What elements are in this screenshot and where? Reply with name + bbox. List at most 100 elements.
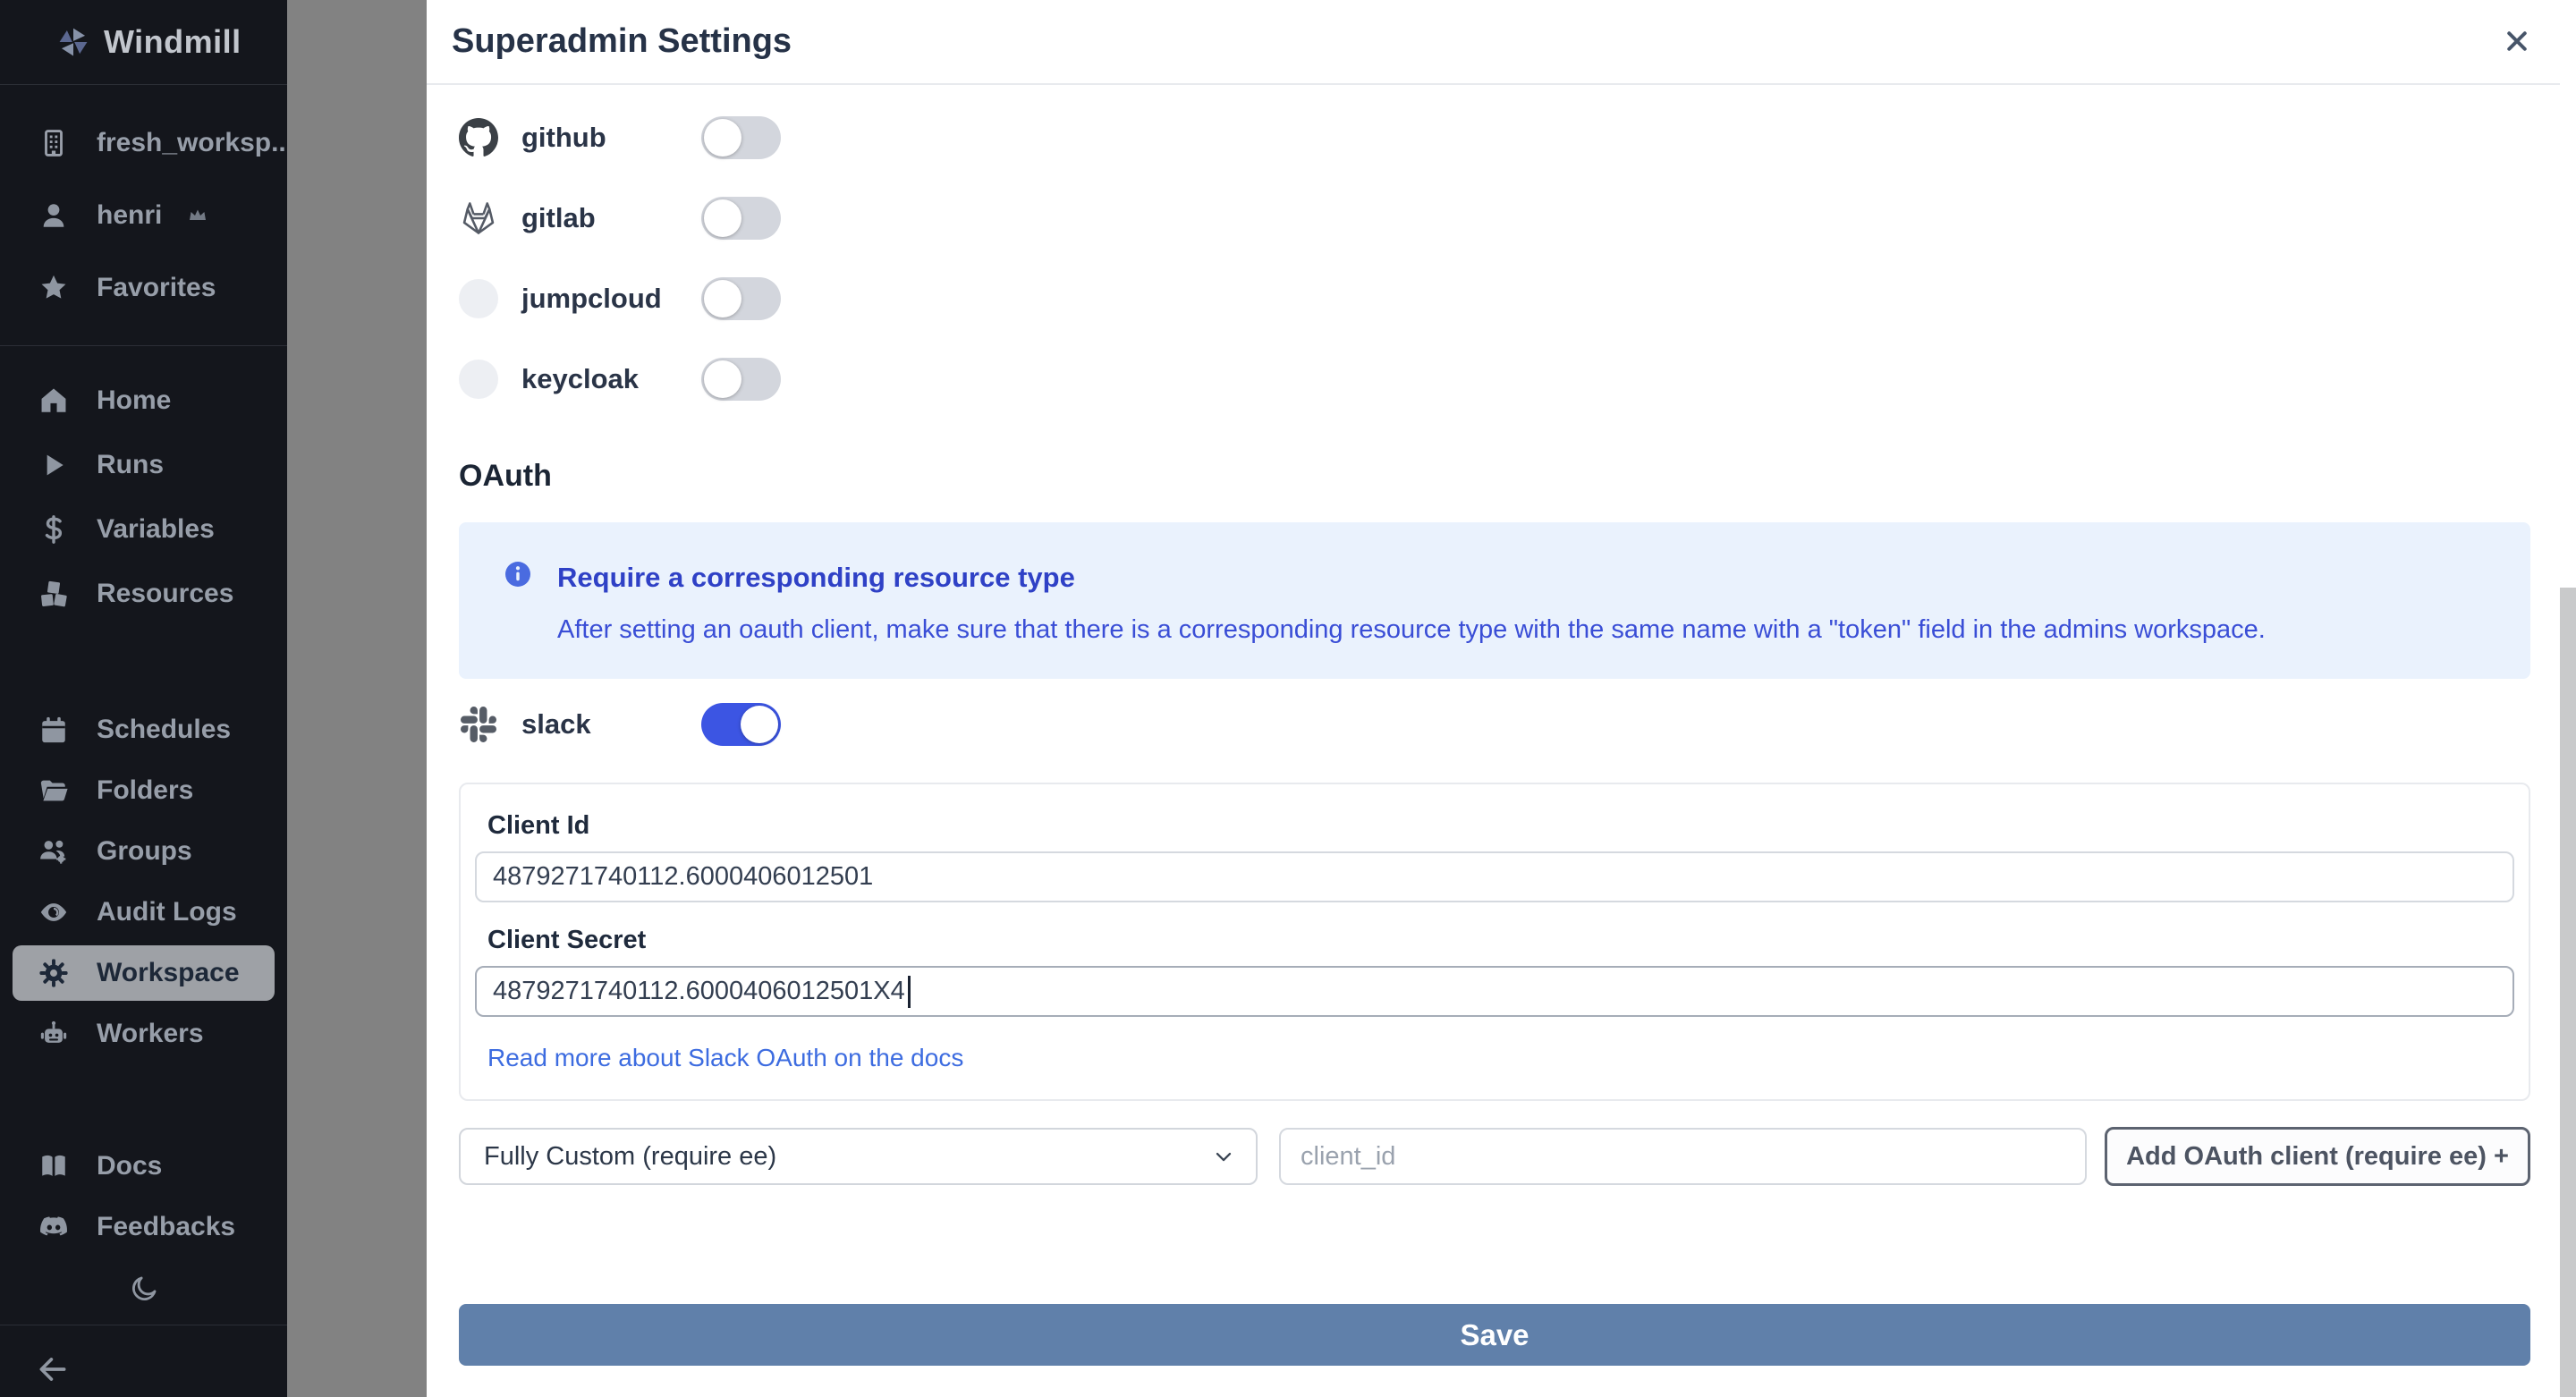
users-gear-icon	[36, 834, 72, 869]
gear-icon	[36, 955, 72, 991]
chevron-down-icon	[1211, 1144, 1236, 1169]
crown-icon	[187, 205, 208, 226]
eye-icon	[36, 894, 72, 930]
nav-label: Resources	[97, 579, 234, 608]
provider-row-jumpcloud: jumpcloud	[459, 276, 2530, 321]
nav-label: Variables	[97, 514, 215, 544]
client-secret-value: 4879271740112.6000406012501X4	[493, 977, 905, 1005]
logo-text: Windmill	[104, 23, 242, 60]
provider-label: slack	[521, 708, 591, 740]
user-icon	[36, 198, 72, 233]
client-secret-label: Client Secret	[487, 926, 647, 954]
gitlab-icon	[459, 199, 498, 238]
scrollbar[interactable]	[2560, 0, 2576, 1397]
github-icon	[459, 118, 498, 157]
info-icon	[504, 560, 532, 645]
github-toggle[interactable]	[701, 116, 781, 159]
play-icon	[36, 447, 72, 483]
favorites-label: Favorites	[97, 273, 216, 302]
building-icon	[36, 125, 72, 161]
nav-label: Workspace	[97, 958, 240, 987]
sidebar-item-workspace[interactable]: Workspace	[13, 945, 275, 1001]
discord-icon	[36, 1209, 72, 1245]
sidebar-item-variables[interactable]: Variables	[13, 502, 275, 557]
sidebar-item-workers[interactable]: Workers	[13, 1006, 275, 1062]
sidebar-item-schedules[interactable]: Schedules	[13, 702, 275, 758]
placeholder-text: client_id	[1301, 1141, 1396, 1171]
sidebar-item-runs[interactable]: Runs	[13, 437, 275, 493]
jumpcloud-icon	[459, 279, 498, 318]
windmill-pinwheel-icon	[55, 24, 91, 60]
provider-row-slack: slack	[459, 702, 2530, 747]
sidebar-item-favorites[interactable]: Favorites	[13, 260, 275, 316]
client-id-input[interactable]: 4879271740112.6000406012501	[475, 851, 2514, 902]
sidebar-admin-nav: Schedules Folders Groups Audit Logs Work…	[0, 702, 287, 1067]
nav-label: Workers	[97, 1019, 204, 1048]
nav-label: Docs	[97, 1151, 163, 1181]
slack-oauth-panel: Client Id 4879271740112.6000406012501 Cl…	[459, 783, 2530, 1101]
star-icon	[36, 270, 72, 306]
folder-open-icon	[36, 773, 72, 809]
sidebar-item-resources[interactable]: Resources	[13, 566, 275, 622]
sidebar-item-audit-logs[interactable]: Audit Logs	[13, 885, 275, 940]
oauth-heading: OAuth	[459, 459, 552, 493]
keycloak-icon	[459, 360, 498, 399]
info-banner: Require a corresponding resource type Af…	[459, 522, 2530, 679]
close-icon	[2504, 28, 2530, 55]
save-button[interactable]: Save	[459, 1304, 2530, 1366]
sidebar-top-section: fresh_worksp... henri Favorites	[0, 115, 293, 333]
sidebar-item-docs[interactable]: Docs	[13, 1139, 275, 1194]
info-title: Require a corresponding resource type	[557, 562, 1075, 593]
collapse-sidebar-button[interactable]	[0, 1342, 287, 1397]
client-secret-input[interactable]: 4879271740112.6000406012501X4	[475, 966, 2514, 1017]
select-value: Fully Custom (require ee)	[484, 1141, 777, 1171]
sidebar-item-folders[interactable]: Folders	[13, 763, 275, 818]
nav-label: Runs	[97, 450, 164, 479]
username: henri	[97, 200, 163, 230]
boxes-icon	[36, 576, 72, 612]
client-id-label: Client Id	[487, 811, 590, 840]
workspace-name: fresh_worksp...	[97, 128, 294, 157]
scrollbar-thumb[interactable]	[2560, 588, 2576, 1397]
provider-row-keycloak: keycloak	[459, 357, 2530, 402]
sidebar-item-workspace-switcher[interactable]: fresh_worksp...	[13, 115, 293, 171]
toggle-knob	[704, 119, 741, 157]
sidebar-item-groups[interactable]: Groups	[13, 824, 275, 879]
sidebar-divider	[0, 345, 287, 346]
dollar-icon	[36, 512, 72, 547]
sidebar-item-feedbacks[interactable]: Feedbacks	[13, 1199, 275, 1255]
toggle-knob	[704, 360, 741, 398]
nav-label: Audit Logs	[97, 897, 237, 927]
windmill-logo[interactable]: Windmill	[0, 0, 287, 85]
close-button[interactable]	[2497, 21, 2537, 61]
theme-toggle[interactable]	[0, 1266, 287, 1312]
provider-label: gitlab	[521, 202, 596, 233]
provider-row-gitlab: gitlab	[459, 196, 2530, 241]
gitlab-toggle[interactable]	[701, 197, 781, 240]
sidebar-bottom-nav: Docs Feedbacks	[0, 1139, 287, 1260]
superadmin-settings-modal: Superadmin Settings github gitlab jumpcl…	[427, 0, 2576, 1397]
jumpcloud-toggle[interactable]	[701, 277, 781, 320]
slack-icon	[459, 705, 498, 744]
slack-toggle[interactable]	[701, 703, 781, 746]
sidebar-item-home[interactable]: Home	[13, 373, 275, 428]
sidebar-main-nav: Home Runs Variables Resources	[0, 373, 287, 631]
book-open-icon	[36, 1148, 72, 1184]
modal-header: Superadmin Settings	[427, 0, 2576, 85]
keycloak-toggle[interactable]	[701, 358, 781, 401]
nav-label: Folders	[97, 775, 194, 805]
sidebar-item-user[interactable]: henri	[13, 188, 275, 243]
nav-label: Schedules	[97, 715, 232, 744]
toggle-knob	[741, 706, 778, 743]
nav-label: Feedbacks	[97, 1212, 236, 1241]
client-id-new-input[interactable]: client_id	[1279, 1128, 2087, 1185]
add-oauth-client-button[interactable]: Add OAuth client (require ee) +	[2105, 1127, 2530, 1186]
calendar-icon	[36, 712, 72, 748]
slack-docs-link[interactable]: Read more about Slack OAuth on the docs	[487, 1044, 963, 1072]
oauth-client-select[interactable]: Fully Custom (require ee)	[459, 1128, 1258, 1185]
modal-content: github gitlab jumpcloud keycloak OAuth R…	[427, 115, 2576, 1366]
provider-label: keycloak	[521, 363, 639, 394]
provider-label: jumpcloud	[521, 283, 662, 314]
provider-label: github	[521, 122, 606, 153]
modal-backdrop[interactable]	[287, 0, 427, 1397]
